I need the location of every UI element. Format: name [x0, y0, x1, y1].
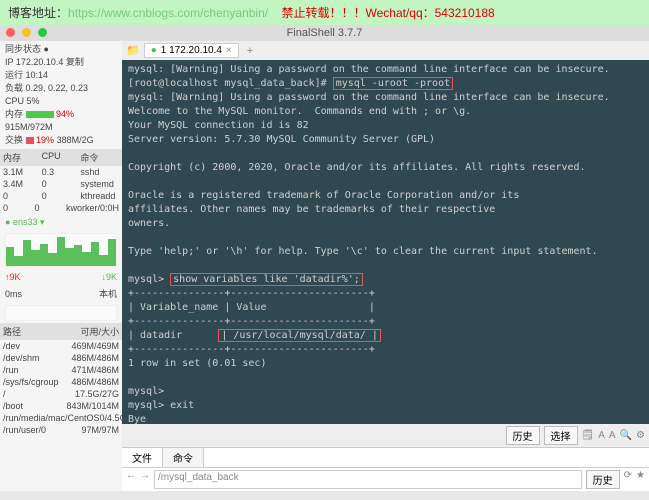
uptime: 运行 10:14: [5, 69, 117, 82]
process-header: 内存CPU命令: [0, 149, 122, 166]
process-row[interactable]: 3.1M0.3sshd: [0, 166, 122, 178]
terminal-statusbar: 历史 选择 🗒 A A 🔍 ⚙: [122, 424, 649, 447]
minimize-icon[interactable]: [22, 28, 31, 37]
maximize-icon[interactable]: [38, 28, 47, 37]
close-icon[interactable]: [6, 28, 15, 37]
add-tab-button[interactable]: +: [243, 45, 257, 57]
disk-row[interactable]: /run/user/097M/97M: [3, 424, 119, 436]
folder-icon[interactable]: 📁: [126, 44, 140, 57]
app-title: FinalShell 3.7.7: [287, 27, 363, 39]
disk-row[interactable]: /run/media/mac/CentOS0/4.5G: [3, 412, 119, 424]
net-interface[interactable]: ● ens33 ▾: [5, 217, 44, 227]
close-icon[interactable]: ×: [226, 45, 232, 56]
swap-row: 交换 19% 388M/2G: [5, 134, 117, 147]
tab-bar: 📁 ●1 172.20.10.4× +: [122, 41, 649, 60]
font-larger-icon[interactable]: A: [609, 430, 616, 441]
history-button[interactable]: 历史: [506, 426, 540, 445]
font-smaller-icon[interactable]: A: [598, 430, 605, 441]
lower-panel: 文件 命令 ← → /mysql_data_back 历史 ⟳ ★: [122, 447, 649, 491]
process-row[interactable]: 3.4M0systemd: [0, 178, 122, 190]
back-icon[interactable]: ←: [126, 470, 136, 489]
load: 负载 0.29, 0.22, 0.23: [5, 82, 117, 95]
sidebar: 同步状态 ● IP 172.20.10.4 复制 运行 10:14 负载 0.2…: [0, 41, 122, 491]
terminal[interactable]: mysql: [Warning] Using a password on the…: [122, 60, 649, 424]
cpu: CPU 5%: [5, 95, 117, 108]
ip-line[interactable]: IP 172.20.10.4 复制: [5, 56, 117, 69]
process-row[interactable]: 00kworker/0:0H: [0, 202, 122, 214]
session-tab[interactable]: ●1 172.20.10.4×: [144, 43, 239, 58]
search-icon[interactable]: 🔍: [620, 430, 632, 441]
disk-row[interactable]: /dev469M/469M: [3, 340, 119, 352]
disk-row[interactable]: /sys/fs/cgroup486M/486M: [3, 376, 119, 388]
window-titlebar: FinalShell 3.7.7: [0, 25, 649, 41]
path-history-button[interactable]: 历史: [586, 470, 620, 489]
path-input[interactable]: /mysql_data_back: [154, 470, 582, 489]
sync-status: 同步状态 ●: [5, 43, 117, 56]
tab-file[interactable]: 文件: [122, 448, 163, 467]
disk-row[interactable]: /17.5G/27G: [3, 388, 119, 400]
bookmark-icon[interactable]: ★: [636, 470, 645, 489]
refresh-icon[interactable]: ⟳: [624, 470, 632, 489]
net-chart: [5, 233, 117, 267]
disk-row[interactable]: /dev/shm486M/486M: [3, 352, 119, 364]
top-banner: 博客地址：https://www.cnblogs.com/chenyanbin/…: [0, 0, 649, 25]
tab-command[interactable]: 命令: [163, 448, 204, 467]
disk-row[interactable]: /run471M/486M: [3, 364, 119, 376]
settings-icon[interactable]: ⚙: [636, 430, 645, 441]
disk-header: 路径可用/大小: [0, 323, 122, 340]
select-button[interactable]: 选择: [544, 426, 578, 445]
mem-row: 内存 94% 915M/972M: [5, 108, 117, 134]
window-controls[interactable]: [6, 28, 51, 40]
process-row[interactable]: 00kthreadd: [0, 190, 122, 202]
notes-icon[interactable]: 🗒: [582, 430, 595, 441]
ping-chart: [5, 305, 117, 321]
forward-icon[interactable]: →: [140, 470, 150, 489]
disk-row[interactable]: /boot843M/1014M: [3, 400, 119, 412]
local-label: 本机: [99, 288, 117, 301]
